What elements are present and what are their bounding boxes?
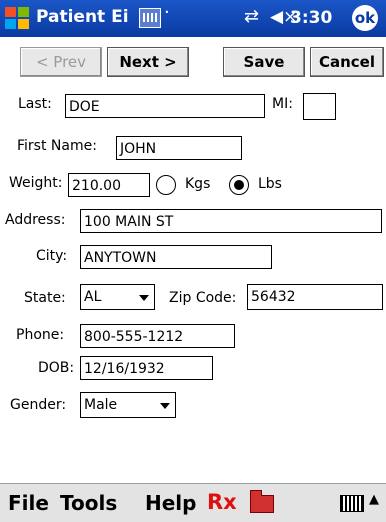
windows-start-icon[interactable] [3,4,31,32]
first-name-field[interactable]: JOHN [116,136,242,160]
dob-label: DOB: [38,360,75,376]
address-field[interactable]: 100 MAIN ST [80,209,382,233]
lbs-radio[interactable] [229,175,249,195]
folder-icon[interactable] [250,490,274,513]
menu-bar: File Tools Help Rx ▲ [0,483,386,522]
last-name-field[interactable]: DOE [65,94,265,118]
keyboard-icon[interactable] [139,8,161,28]
cancel-button[interactable]: Cancel [310,47,384,77]
ok-button[interactable]: ok [352,5,378,31]
phone-label: Phone: [16,327,65,343]
phone-field[interactable]: 800-555-1212 [80,324,235,348]
chevron-down-icon [160,403,170,409]
menu-tools[interactable]: Tools [60,491,117,515]
zip-code-field[interactable]: 56432 [247,284,383,310]
mi-field[interactable] [303,93,336,120]
kgs-radio[interactable] [156,175,176,195]
clock[interactable]: 3:30 [290,8,332,28]
weight-field[interactable]: 210.00 [68,173,150,197]
dob-field[interactable]: 12/16/1932 [80,356,213,380]
menu-help[interactable]: Help [145,491,196,515]
window-title: Patient Ei [36,7,129,27]
weight-label: Weight: [9,175,63,191]
keyboard-icon[interactable] [340,495,364,512]
mi-label: MI: [272,96,293,112]
address-label: Address: [5,212,66,228]
state-label: State: [24,290,66,306]
lbs-label: Lbs [258,176,282,192]
save-button[interactable]: Save [223,47,305,77]
prev-button[interactable]: < Prev [20,47,102,77]
next-button[interactable]: Next > [107,47,189,77]
gender-value: Male [84,397,118,413]
city-label: City: [36,248,68,264]
sip-up-arrow-icon[interactable]: ▲ [369,492,379,507]
first-name-label: First Name: [17,138,97,154]
chevron-down-icon [139,295,149,301]
state-value: AL [84,289,102,305]
state-select[interactable]: AL [80,284,155,310]
zip-code-label: Zip Code: [169,290,237,306]
last-name-label: Last: [18,96,52,112]
connectivity-icon[interactable]: ⇄ [244,6,259,27]
rx-button[interactable]: Rx [207,490,237,514]
city-field[interactable]: ANYTOWN [80,245,272,269]
gender-select[interactable]: Male [80,392,176,418]
title-bar: Patient Ei · ⇄ ◀× 3:30 ok [0,0,386,37]
notification-dot-icon: · [164,2,170,23]
kgs-label: Kgs [185,176,211,192]
gender-label: Gender: [10,397,67,413]
menu-file[interactable]: File [8,491,49,515]
